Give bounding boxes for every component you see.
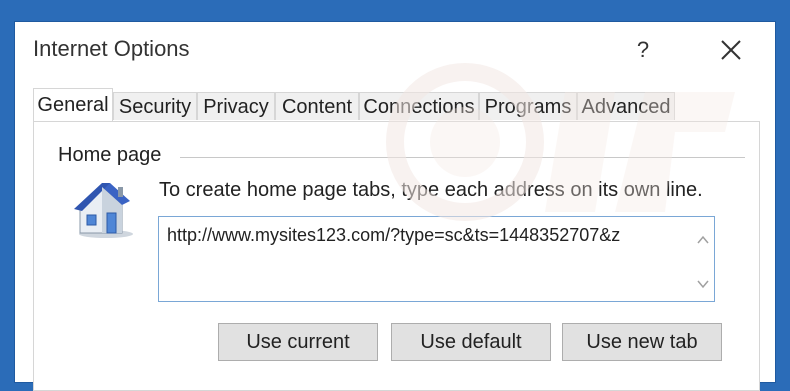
tab-programs[interactable]: Programs	[479, 92, 577, 120]
chevron-down-icon[interactable]	[696, 277, 710, 291]
tab-advanced[interactable]: Advanced	[577, 92, 675, 120]
title-bar: Internet Options ?	[15, 22, 775, 80]
home-page-icon	[74, 183, 133, 238]
help-button[interactable]: ?	[625, 30, 661, 70]
help-icon: ?	[636, 37, 650, 62]
home-page-url-input[interactable]: http://www.mysites123.com/?type=sc&ts=14…	[158, 216, 715, 302]
use-new-tab-button[interactable]: Use new tab	[562, 323, 722, 361]
use-current-button[interactable]: Use current	[218, 323, 378, 361]
close-button[interactable]	[709, 30, 753, 70]
group-divider	[180, 157, 745, 158]
window-title: Internet Options	[33, 36, 190, 61]
home-page-hint: To create home page tabs, type each addr…	[159, 179, 703, 201]
use-default-button[interactable]: Use default	[391, 323, 551, 361]
tab-connections[interactable]: Connections	[359, 92, 479, 120]
general-tab-panel: Home page To create home page tabs, type…	[33, 121, 760, 391]
home-page-group-label: Home page	[58, 144, 170, 167]
tab-general[interactable]: General	[33, 88, 113, 122]
url-scrollbar[interactable]	[692, 217, 714, 301]
close-icon	[721, 40, 741, 60]
chevron-up-icon[interactable]	[696, 233, 710, 247]
tab-privacy[interactable]: Privacy	[197, 92, 275, 120]
tab-content[interactable]: Content	[275, 92, 359, 120]
tab-security[interactable]: Security	[113, 92, 197, 120]
internet-options-dialog: Internet Options ? General Security Priv…	[15, 22, 775, 391]
home-page-url-value: http://www.mysites123.com/?type=sc&ts=14…	[167, 225, 621, 245]
